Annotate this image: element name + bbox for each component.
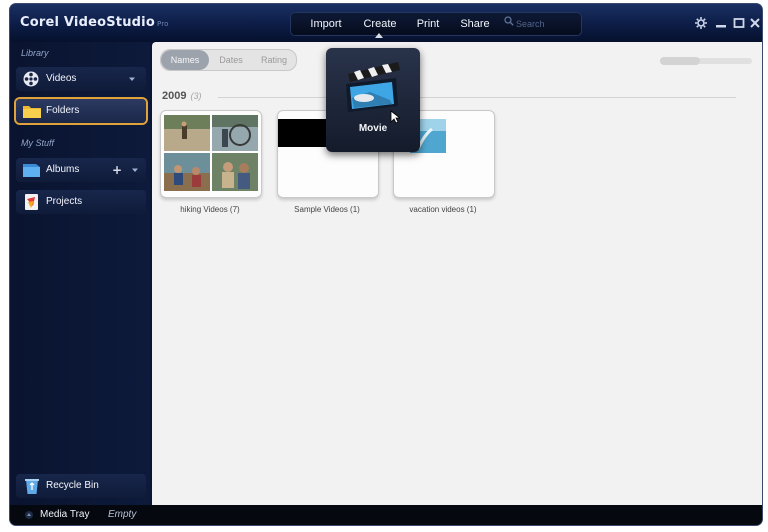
sort-tabs: Names Dates Rating (160, 49, 297, 71)
add-album-button[interactable]: + (112, 158, 122, 182)
title-bar: Corel VideoStudio Pro Import Create Print… (10, 4, 762, 42)
media-tray-label: Media Tray (40, 509, 90, 520)
sidebar-item-recycle-bin[interactable]: Recycle Bin (16, 474, 146, 498)
sidebar-item-projects[interactable]: Projects (16, 190, 146, 214)
chevron-down-icon[interactable] (129, 76, 135, 82)
expand-tray-icon[interactable] (24, 510, 34, 520)
close-icon[interactable] (748, 16, 762, 30)
tab-names[interactable]: Names (161, 50, 209, 70)
search-box (504, 16, 576, 32)
minimize-icon[interactable] (714, 16, 728, 30)
tab-rating[interactable]: Rating (253, 50, 295, 70)
main-nav: Import Create Print Share (290, 12, 582, 38)
app-title: Corel VideoStudio Pro (20, 15, 169, 30)
recycle-bin-icon (25, 479, 39, 494)
settings-gear-icon[interactable] (694, 16, 708, 30)
sidebar-label-projects: Projects (46, 196, 83, 207)
app-window: Corel VideoStudio Pro Import Create Print… (10, 4, 762, 525)
sidebar-label-folders: Folders (46, 105, 80, 116)
sidebar-label-videos: Videos (46, 73, 77, 84)
nav-share[interactable]: Share (450, 12, 500, 36)
sidebar-item-albums[interactable]: Albums + (16, 158, 146, 182)
media-tray-status: Empty (108, 509, 137, 520)
video-thumbnail (164, 115, 210, 151)
film-reel-icon (23, 71, 39, 87)
video-thumbnail (212, 153, 258, 191)
movie-clapper-icon (346, 62, 400, 112)
thumbnail-image (212, 115, 258, 151)
folder-caption: hiking Videos (7) (180, 205, 240, 214)
library-content: Names Dates Rating 2009 (3) hiking Video… (152, 42, 762, 505)
sidebar: Library Videos Folders My Stuff Albums +… (10, 42, 150, 505)
maximize-icon[interactable] (732, 16, 746, 30)
nav-import[interactable]: Import (298, 12, 354, 36)
thumbnail-image (164, 153, 210, 191)
library-heading: Library (21, 48, 49, 58)
video-thumbnail (164, 153, 210, 191)
create-movie-menu-item[interactable]: Movie (326, 48, 420, 152)
mouse-cursor-icon (390, 110, 400, 124)
search-input[interactable] (516, 16, 574, 32)
video-thumbnail (212, 115, 258, 151)
tab-dates[interactable]: Dates (211, 50, 251, 70)
folder-tile-hiking[interactable] (160, 110, 262, 198)
album-icon (23, 164, 40, 177)
folder-caption: vacation videos (1) (409, 205, 477, 214)
sidebar-label-albums: Albums (46, 164, 80, 175)
projects-icon (25, 194, 38, 210)
year-divider (218, 97, 736, 98)
create-movie-label: Movie (358, 123, 388, 134)
year-group-heading: 2009 (3) (162, 90, 201, 102)
app-title-text: Corel VideoStudio (20, 15, 155, 30)
thumbnail-image (164, 115, 210, 151)
sidebar-item-videos[interactable]: Videos (16, 67, 146, 91)
year-label: 2009 (162, 90, 187, 102)
chevron-down-icon[interactable] (132, 167, 138, 173)
nav-print[interactable]: Print (406, 12, 450, 36)
media-tray[interactable]: Media Tray Empty (10, 505, 762, 525)
thumbnail-image (212, 153, 258, 191)
sidebar-label-recycle-bin: Recycle Bin (46, 480, 99, 491)
folder-caption: Sample Videos (1) (294, 205, 360, 214)
folder-icon (23, 106, 41, 118)
search-icon (504, 16, 514, 26)
slider-handle[interactable] (660, 57, 700, 65)
year-count: (3) (190, 91, 202, 101)
thumbnail-size-slider[interactable] (660, 57, 752, 65)
sidebar-item-folders[interactable]: Folders (16, 99, 146, 123)
mystuff-heading: My Stuff (21, 138, 55, 148)
create-caret-icon (375, 33, 383, 38)
app-title-suffix: Pro (156, 20, 169, 28)
